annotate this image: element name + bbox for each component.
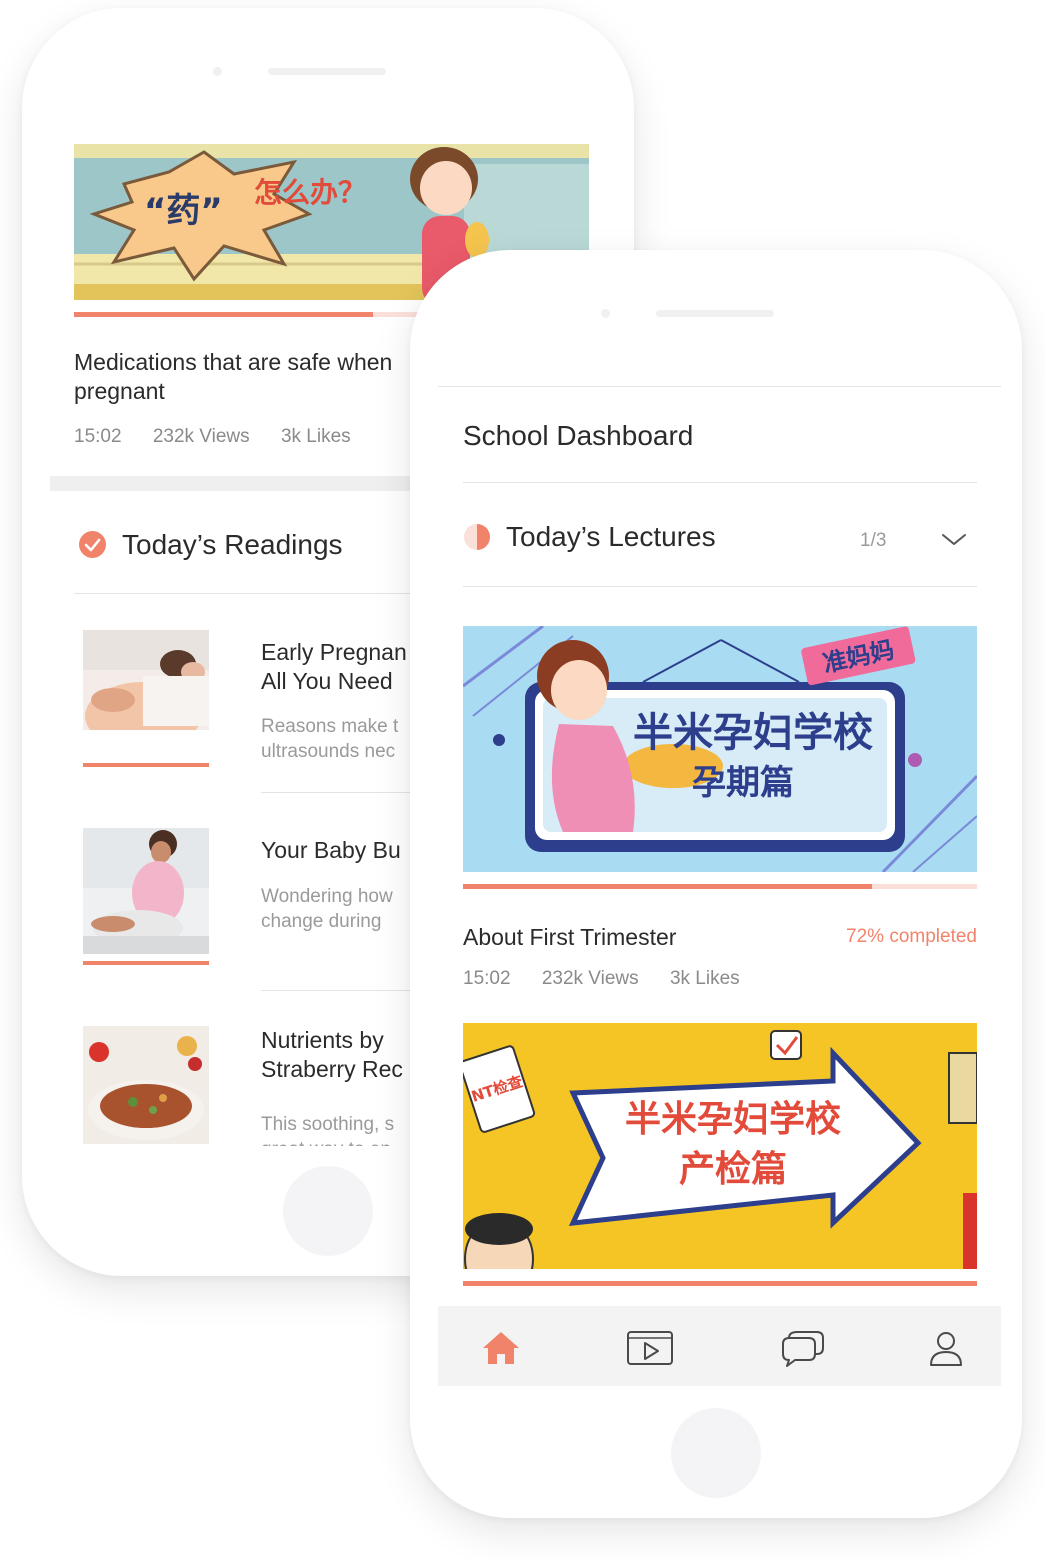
lecture-progress-track — [463, 1281, 977, 1286]
reading-description: Reasons make t ultrasounds nec — [261, 716, 399, 762]
lecture-progress-fill — [463, 1281, 977, 1286]
reading-title: Early Pregnan All You Need — [261, 639, 407, 694]
page-title: School Dashboard — [463, 420, 694, 451]
lecture-views: 232k Views — [541, 968, 639, 989]
check-circle-icon — [79, 531, 106, 558]
lecture-progress-track — [463, 884, 977, 889]
lecture-duration: 15:02 — [74, 426, 122, 447]
lectures-divider — [463, 586, 977, 587]
banner-title: 半米孕妇学校 — [633, 710, 873, 756]
lecture-progress-fill — [74, 312, 373, 317]
lecture-title[interactable]: About First Trimester — [463, 924, 676, 951]
home-icon[interactable] — [481, 1328, 521, 1368]
hero-caption-main: “药” — [144, 191, 223, 231]
user-icon[interactable] — [926, 1328, 966, 1368]
reading-thumbnail — [83, 828, 209, 954]
phone-frame-front: School Dashboard Today’s Lectures 1/3 准妈… — [410, 250, 1022, 1518]
lectures-counter: 1/3 — [860, 530, 887, 551]
bottom-tab-bar — [438, 1306, 1001, 1386]
camera-dot — [601, 309, 610, 318]
lecture-likes: 3k Likes — [669, 968, 740, 989]
lecture-banner-illustration: NT检查 半米孕妇学校 产检篇 — [463, 1023, 977, 1269]
half-circle-progress-icon — [463, 523, 491, 551]
reading-progress-bar — [83, 763, 209, 767]
lecture-meta: 15:02 232k Views 3k Likes — [74, 426, 377, 448]
status-divider — [438, 386, 1001, 387]
lecture-title[interactable]: Medications that are safe when pregnant — [74, 348, 394, 406]
reading-title: Your Baby Bu — [261, 837, 401, 863]
home-button[interactable] — [283, 1166, 373, 1256]
reading-description: Wondering how change during — [261, 886, 393, 932]
camera-dot — [213, 67, 222, 76]
reading-thumbnail — [83, 630, 209, 756]
lecture-banner-first-trimester[interactable]: 准妈妈 半米孕妇学校 孕期篇 — [463, 626, 977, 872]
home-button[interactable] — [671, 1408, 761, 1498]
header-divider — [463, 482, 977, 483]
banner-title: 半米孕妇学校 — [625, 1098, 841, 1140]
chevron-down-icon[interactable] — [940, 530, 968, 548]
lecture-progress-fill — [463, 884, 872, 889]
banner-subtitle: 产检篇 — [679, 1149, 787, 1190]
reading-title: Nutrients by Straberry Rec — [261, 1027, 403, 1082]
banner-subtitle: 孕期篇 — [692, 763, 794, 803]
lecture-views: 232k Views — [152, 426, 250, 447]
hero-caption-rest: 怎么办？ — [254, 176, 366, 209]
reading-thumbnail — [83, 1026, 209, 1144]
lecture-duration: 15:02 — [463, 968, 511, 989]
chat-bubbles-icon[interactable] — [779, 1328, 827, 1368]
reading-description: This soothing, s great way to en — [261, 1114, 395, 1146]
readings-section-title: Today’s Readings — [122, 529, 343, 560]
speaker-grille — [656, 310, 774, 317]
speaker-grille — [268, 68, 386, 75]
lecture-banner-prenatal-exam[interactable]: NT检查 半米孕妇学校 产检篇 — [463, 1023, 977, 1269]
video-play-icon[interactable] — [626, 1328, 674, 1368]
lecture-banner-illustration: 准妈妈 半米孕妇学校 孕期篇 — [463, 626, 977, 872]
lecture-meta: 15:02 232k Views 3k Likes — [463, 968, 766, 990]
reading-progress-bar — [83, 961, 209, 965]
lecture-status: 72% completed — [846, 926, 977, 947]
lecture-likes: 3k Likes — [280, 426, 351, 447]
lectures-section-title: Today’s Lectures — [506, 521, 716, 552]
